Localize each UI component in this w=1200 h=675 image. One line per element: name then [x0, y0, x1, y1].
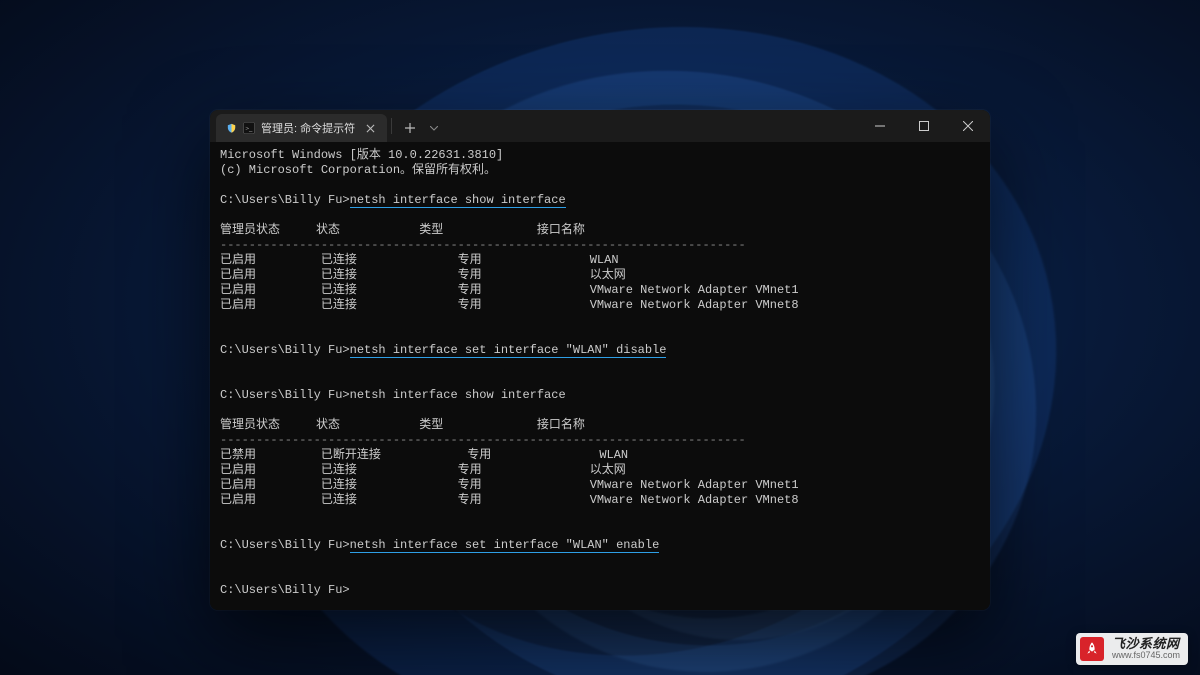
- tab-close-button[interactable]: [361, 119, 379, 137]
- prompt: C:\Users\Billy Fu>: [220, 538, 350, 552]
- table-header: 管理员状态 状态 类型 接口名称: [220, 223, 585, 237]
- table-row: 已启用 已连接 专用 VMware Network Adapter VMnet8: [220, 493, 799, 507]
- svg-text:>_: >_: [245, 125, 253, 132]
- maximize-button[interactable]: [902, 110, 946, 142]
- table-row: 已启用 已连接 专用 以太网: [220, 463, 626, 477]
- command-text: netsh interface show interface: [350, 388, 566, 402]
- terminal-output[interactable]: Microsoft Windows [版本 10.0.22631.3810] (…: [210, 142, 990, 610]
- terminal-icon: >_: [243, 122, 255, 134]
- tab-command-prompt[interactable]: >_ 管理员: 命令提示符: [216, 114, 387, 142]
- minimize-button[interactable]: [858, 110, 902, 142]
- new-tab-button[interactable]: [396, 114, 424, 142]
- titlebar[interactable]: >_ 管理员: 命令提示符: [210, 110, 990, 142]
- table-separator: ----------------------------------------…: [220, 238, 746, 252]
- prompt: C:\Users\Billy Fu>: [220, 583, 350, 597]
- banner-line: Microsoft Windows [版本 10.0.22631.3810]: [220, 148, 503, 162]
- watermark: 飞沙系统网 www.fs0745.com: [1076, 633, 1188, 665]
- banner-line: (c) Microsoft Corporation。保留所有权利。: [220, 163, 496, 177]
- watermark-brand: 飞沙系统网: [1112, 637, 1180, 651]
- watermark-url: www.fs0745.com: [1112, 651, 1180, 660]
- table-row: 已启用 已连接 专用 VMware Network Adapter VMnet8: [220, 298, 799, 312]
- table-row: 已启用 已连接 专用 VMware Network Adapter VMnet1: [220, 283, 799, 297]
- table-row: 已启用 已连接 专用 WLAN: [220, 253, 619, 267]
- tab-divider: [391, 118, 392, 134]
- terminal-window: >_ 管理员: 命令提示符 Microsoft Window: [210, 110, 990, 610]
- command-text: netsh interface show interface: [350, 193, 566, 208]
- table-separator: ----------------------------------------…: [220, 433, 746, 447]
- table-row: 已禁用 已断开连接 专用 WLAN: [220, 448, 628, 462]
- shield-icon: [226, 123, 237, 134]
- tab-title: 管理员: 命令提示符: [261, 120, 355, 136]
- table-header: 管理员状态 状态 类型 接口名称: [220, 418, 585, 432]
- tab-dropdown-button[interactable]: [424, 114, 444, 142]
- prompt: C:\Users\Billy Fu>: [220, 388, 350, 402]
- table-row: 已启用 已连接 专用 VMware Network Adapter VMnet1: [220, 478, 799, 492]
- table-row: 已启用 已连接 专用 以太网: [220, 268, 626, 282]
- prompt: C:\Users\Billy Fu>: [220, 193, 350, 207]
- command-text: netsh interface set interface "WLAN" ena…: [350, 538, 660, 553]
- rocket-icon: [1080, 637, 1104, 661]
- window-close-button[interactable]: [946, 110, 990, 142]
- prompt: C:\Users\Billy Fu>: [220, 343, 350, 357]
- command-text: netsh interface set interface "WLAN" dis…: [350, 343, 667, 358]
- titlebar-drag-region[interactable]: [444, 110, 858, 142]
